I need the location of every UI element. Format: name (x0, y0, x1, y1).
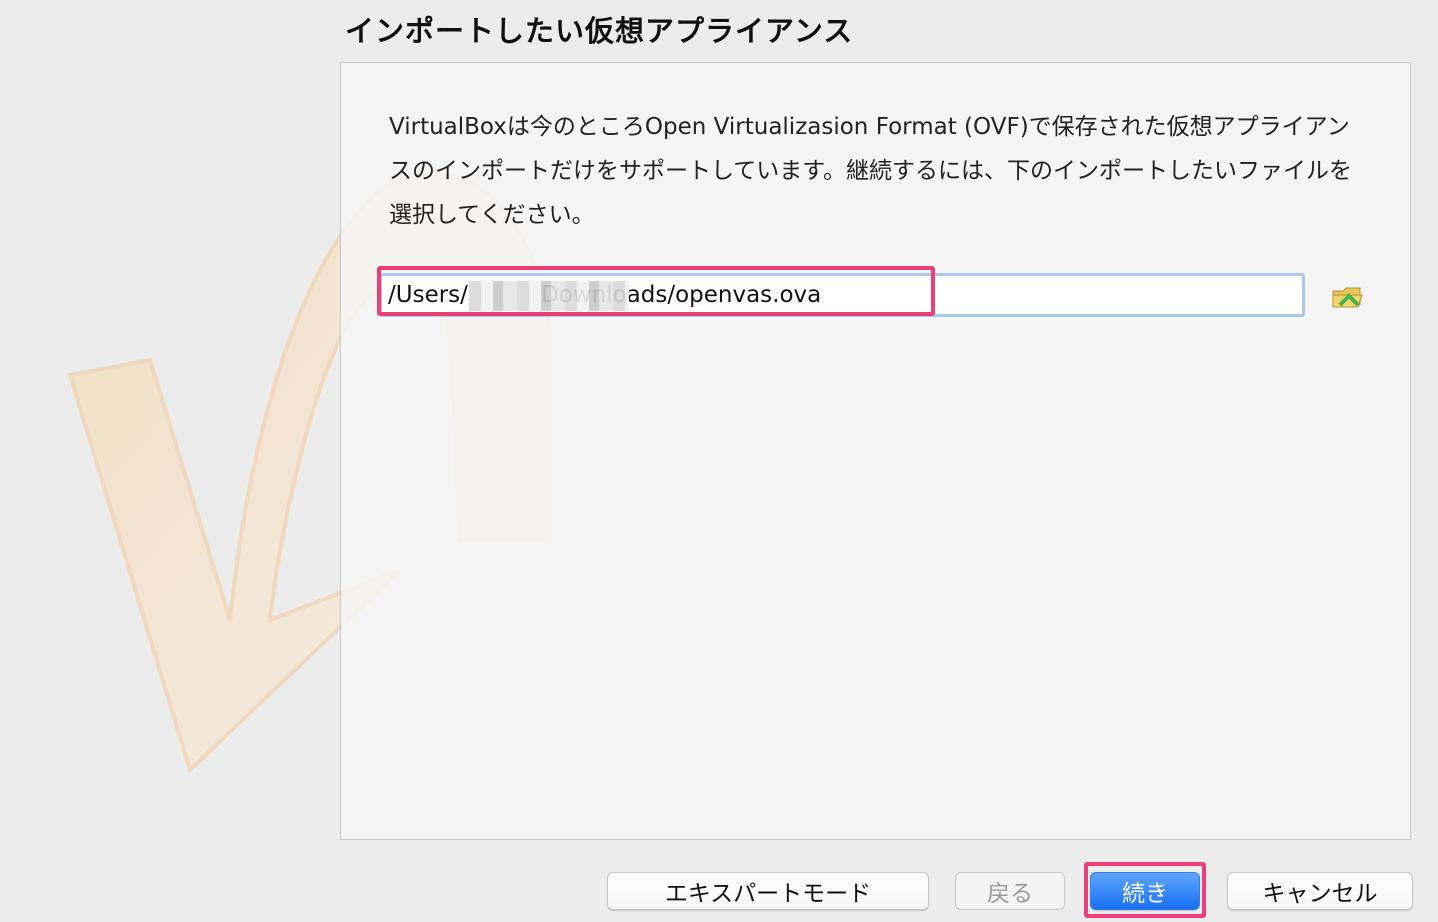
back-button[interactable]: 戻る (955, 872, 1065, 910)
file-path-field[interactable] (379, 273, 1305, 317)
content-panel: VirtualBoxは今のところOpen Virtualizasion Form… (340, 62, 1411, 840)
next-button[interactable]: 続き (1090, 872, 1200, 910)
folder-open-icon (1332, 287, 1363, 308)
choose-file-button[interactable] (1331, 283, 1365, 313)
file-path-input[interactable] (382, 276, 1302, 314)
page-title: インポートしたい仮想アプライアンス (345, 14, 854, 48)
cancel-button[interactable]: キャンセル (1227, 872, 1413, 910)
description-text: VirtualBoxは今のところOpen Virtualizasion Form… (389, 114, 1353, 228)
expert-mode-button[interactable]: エキスパートモード (607, 872, 929, 910)
